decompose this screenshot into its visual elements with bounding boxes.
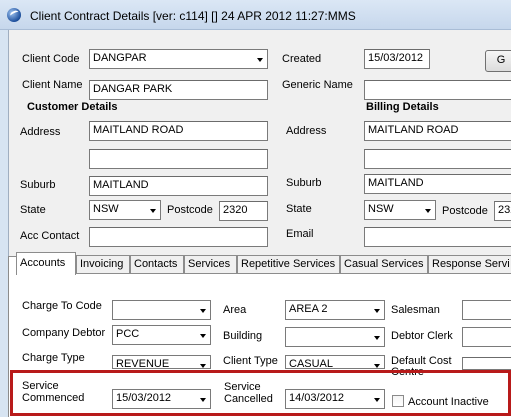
chevron-down-icon[interactable]: [374, 398, 380, 402]
client-name-label: Client Name: [22, 79, 83, 91]
billing-details-heading: Billing Details: [366, 101, 439, 113]
generic-name-field[interactable]: [364, 80, 511, 100]
service-commenced-label-line2: Commenced: [22, 392, 85, 404]
acc-contact-field[interactable]: [89, 227, 268, 247]
billing-postcode-label: Postcode: [442, 205, 488, 217]
chevron-down-icon[interactable]: [425, 209, 431, 213]
chevron-down-icon[interactable]: [200, 364, 206, 368]
title-bar: Client Contract Details [ver: c114] [] 2…: [0, 0, 511, 30]
acc-contact-label: Acc Contact: [20, 230, 80, 242]
service-cancelled-label: Service: [224, 381, 261, 393]
chevron-down-icon[interactable]: [374, 336, 380, 340]
debtor-clerk-label: Debtor Clerk: [391, 330, 453, 342]
customer-suburb-field[interactable]: MAITLAND: [89, 176, 268, 196]
client-type-label: Client Type: [223, 355, 278, 367]
charge-type-value: REVENUE: [116, 358, 170, 369]
charge-type-combo[interactable]: REVENUE: [112, 355, 211, 369]
billing-state-value: NSW: [368, 203, 394, 215]
area-label: Area: [223, 304, 247, 316]
service-commenced-label: Service: [22, 380, 59, 392]
client-code-value: DANGPAR: [93, 52, 147, 64]
tab-accounts[interactable]: Accounts: [16, 252, 76, 275]
customer-details-heading: Customer Details: [27, 101, 118, 113]
account-inactive-checkbox[interactable]: [392, 395, 404, 407]
company-debtor-value: PCC: [116, 328, 140, 340]
billing-suburb-label: Suburb: [286, 177, 322, 189]
default-cost-centre-label-line2: Centre: [391, 366, 425, 378]
service-cancelled-value: 14/03/2012: [289, 392, 345, 404]
customer-state-label: State: [20, 204, 46, 216]
created-field[interactable]: 15/03/2012: [364, 49, 430, 69]
tab-response-services[interactable]: Response Servi: [428, 255, 511, 274]
client-type-value: CASUAL: [289, 358, 334, 369]
tab-services[interactable]: Services: [184, 255, 237, 274]
charge-type-label: Charge Type: [22, 352, 85, 364]
customer-address-label: Address: [20, 126, 61, 138]
window-title: Client Contract Details [ver: c114] [] 2…: [30, 9, 356, 23]
client-code-combo[interactable]: DANGPAR: [89, 49, 268, 69]
app-logo-icon: [7, 8, 21, 22]
billing-state-label: State: [286, 203, 312, 215]
billing-address-line1-field[interactable]: MAITLAND ROAD: [364, 121, 511, 141]
billing-postcode-field[interactable]: 2320: [494, 201, 511, 221]
company-debtor-combo[interactable]: PCC: [112, 325, 211, 345]
area-value: AREA 2: [289, 303, 328, 315]
customer-suburb-label: Suburb: [20, 179, 56, 191]
charge-to-code-label: Charge To Code: [22, 300, 102, 312]
chevron-down-icon[interactable]: [200, 398, 206, 402]
service-cancelled-label-line2: Cancelled: [224, 393, 273, 405]
customer-postcode-label: Postcode: [167, 204, 213, 216]
billing-suburb-field[interactable]: MAITLAND: [364, 174, 511, 194]
customer-address-line1-field[interactable]: MAITLAND ROAD: [89, 121, 268, 141]
salesman-combo[interactable]: [462, 300, 511, 320]
chevron-down-icon[interactable]: [374, 309, 380, 313]
service-cancelled-combo[interactable]: 14/03/2012: [285, 389, 385, 409]
chevron-down-icon[interactable]: [257, 58, 263, 62]
building-label: Building: [223, 330, 263, 342]
client-type-combo[interactable]: CASUAL: [285, 355, 385, 369]
chevron-down-icon[interactable]: [200, 309, 206, 313]
generic-name-label: Generic Name: [282, 79, 353, 91]
salesman-label: Salesman: [391, 304, 440, 316]
client-name-field[interactable]: DANGAR PARK: [89, 80, 268, 100]
customer-postcode-field[interactable]: 2320: [219, 201, 268, 221]
go-button[interactable]: G: [485, 50, 511, 72]
chevron-down-icon[interactable]: [374, 364, 380, 368]
charge-to-code-combo[interactable]: [112, 300, 211, 320]
created-label: Created: [282, 53, 322, 65]
debtor-clerk-combo[interactable]: [462, 327, 511, 347]
default-cost-centre-field[interactable]: [462, 357, 511, 370]
account-inactive-label: Account Inactive: [408, 396, 489, 408]
customer-address-line2-field[interactable]: [89, 149, 268, 169]
service-commenced-value: 15/03/2012: [116, 392, 172, 404]
area-combo[interactable]: AREA 2: [285, 300, 385, 320]
chevron-down-icon[interactable]: [150, 209, 156, 213]
billing-state-combo[interactable]: NSW: [364, 200, 436, 220]
client-code-label: Client Code: [22, 53, 80, 65]
customer-state-value: NSW: [93, 203, 119, 215]
tab-repetitive-services[interactable]: Repetitive Services: [237, 255, 340, 274]
email-field[interactable]: [364, 227, 511, 247]
company-debtor-label: Company Debtor: [22, 327, 106, 339]
tab-contacts[interactable]: Contacts: [130, 255, 184, 274]
email-label: Email: [286, 228, 314, 240]
billing-address-label: Address: [286, 125, 327, 137]
billing-address-line2-field[interactable]: [364, 149, 511, 169]
tab-casual-services[interactable]: Casual Services: [340, 255, 428, 274]
chevron-down-icon[interactable]: [200, 334, 206, 338]
building-combo[interactable]: [285, 327, 385, 347]
service-commenced-combo[interactable]: 15/03/2012: [112, 389, 211, 409]
tab-invoicing[interactable]: Invoicing: [76, 255, 130, 274]
customer-state-combo[interactable]: NSW: [89, 200, 161, 220]
